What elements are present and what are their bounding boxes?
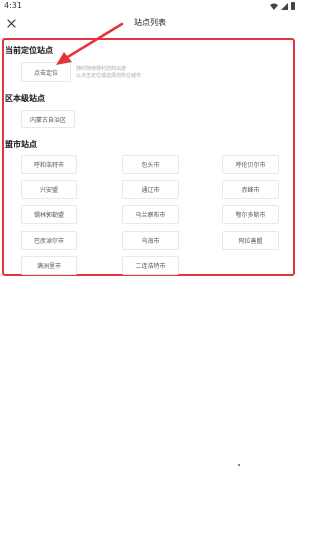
station-item[interactable]: 阿拉善盟 [222,231,279,250]
station-item[interactable]: 满洲里市 [21,256,77,275]
station-item[interactable]: 赤峰市 [222,180,279,199]
station-item[interactable]: 呼伦贝尔市 [222,155,279,174]
station-item[interactable]: 包头市 [122,155,179,174]
app-header: 站点列表 [0,12,300,34]
wifi-icon [270,3,278,10]
station-item[interactable]: 通辽市 [122,180,179,199]
battery-icon [291,2,295,10]
signal-icon [281,2,288,10]
station-item[interactable]: 锡林郭勒盟 [21,205,77,224]
station-item-district[interactable]: 内蒙古自治区 [21,110,75,128]
locate-hint-line: 随时随地便利您的出游 [76,66,127,72]
station-item[interactable]: 鄂尔多斯市 [222,205,279,224]
status-icons [270,2,295,10]
page-title: 站点列表 [134,18,166,27]
current-location-title: 当前定位站点 [5,46,53,55]
locate-hint: 随时随地便利您的出游 以点击定位或选择您所在城市 [76,66,141,80]
station-item[interactable]: 巴彦淖尔市 [21,231,77,250]
station-item[interactable]: 二连浩特市 [122,256,179,275]
stray-dot [238,464,240,466]
station-item[interactable]: 兴安盟 [21,180,77,199]
locate-button[interactable]: 点击定位 [21,62,71,82]
station-item[interactable]: 呼和浩特市 [21,155,77,174]
league-title: 盟市站点 [5,140,37,149]
district-title: 区本级站点 [5,94,45,103]
station-item[interactable]: 乌兰察布市 [122,205,179,224]
station-item[interactable]: 乌海市 [122,231,179,250]
locate-hint-line: 以点击定位或选择您所在城市 [76,73,142,79]
status-bar: 4:31 [0,0,300,12]
status-time: 4:31 [4,1,22,10]
